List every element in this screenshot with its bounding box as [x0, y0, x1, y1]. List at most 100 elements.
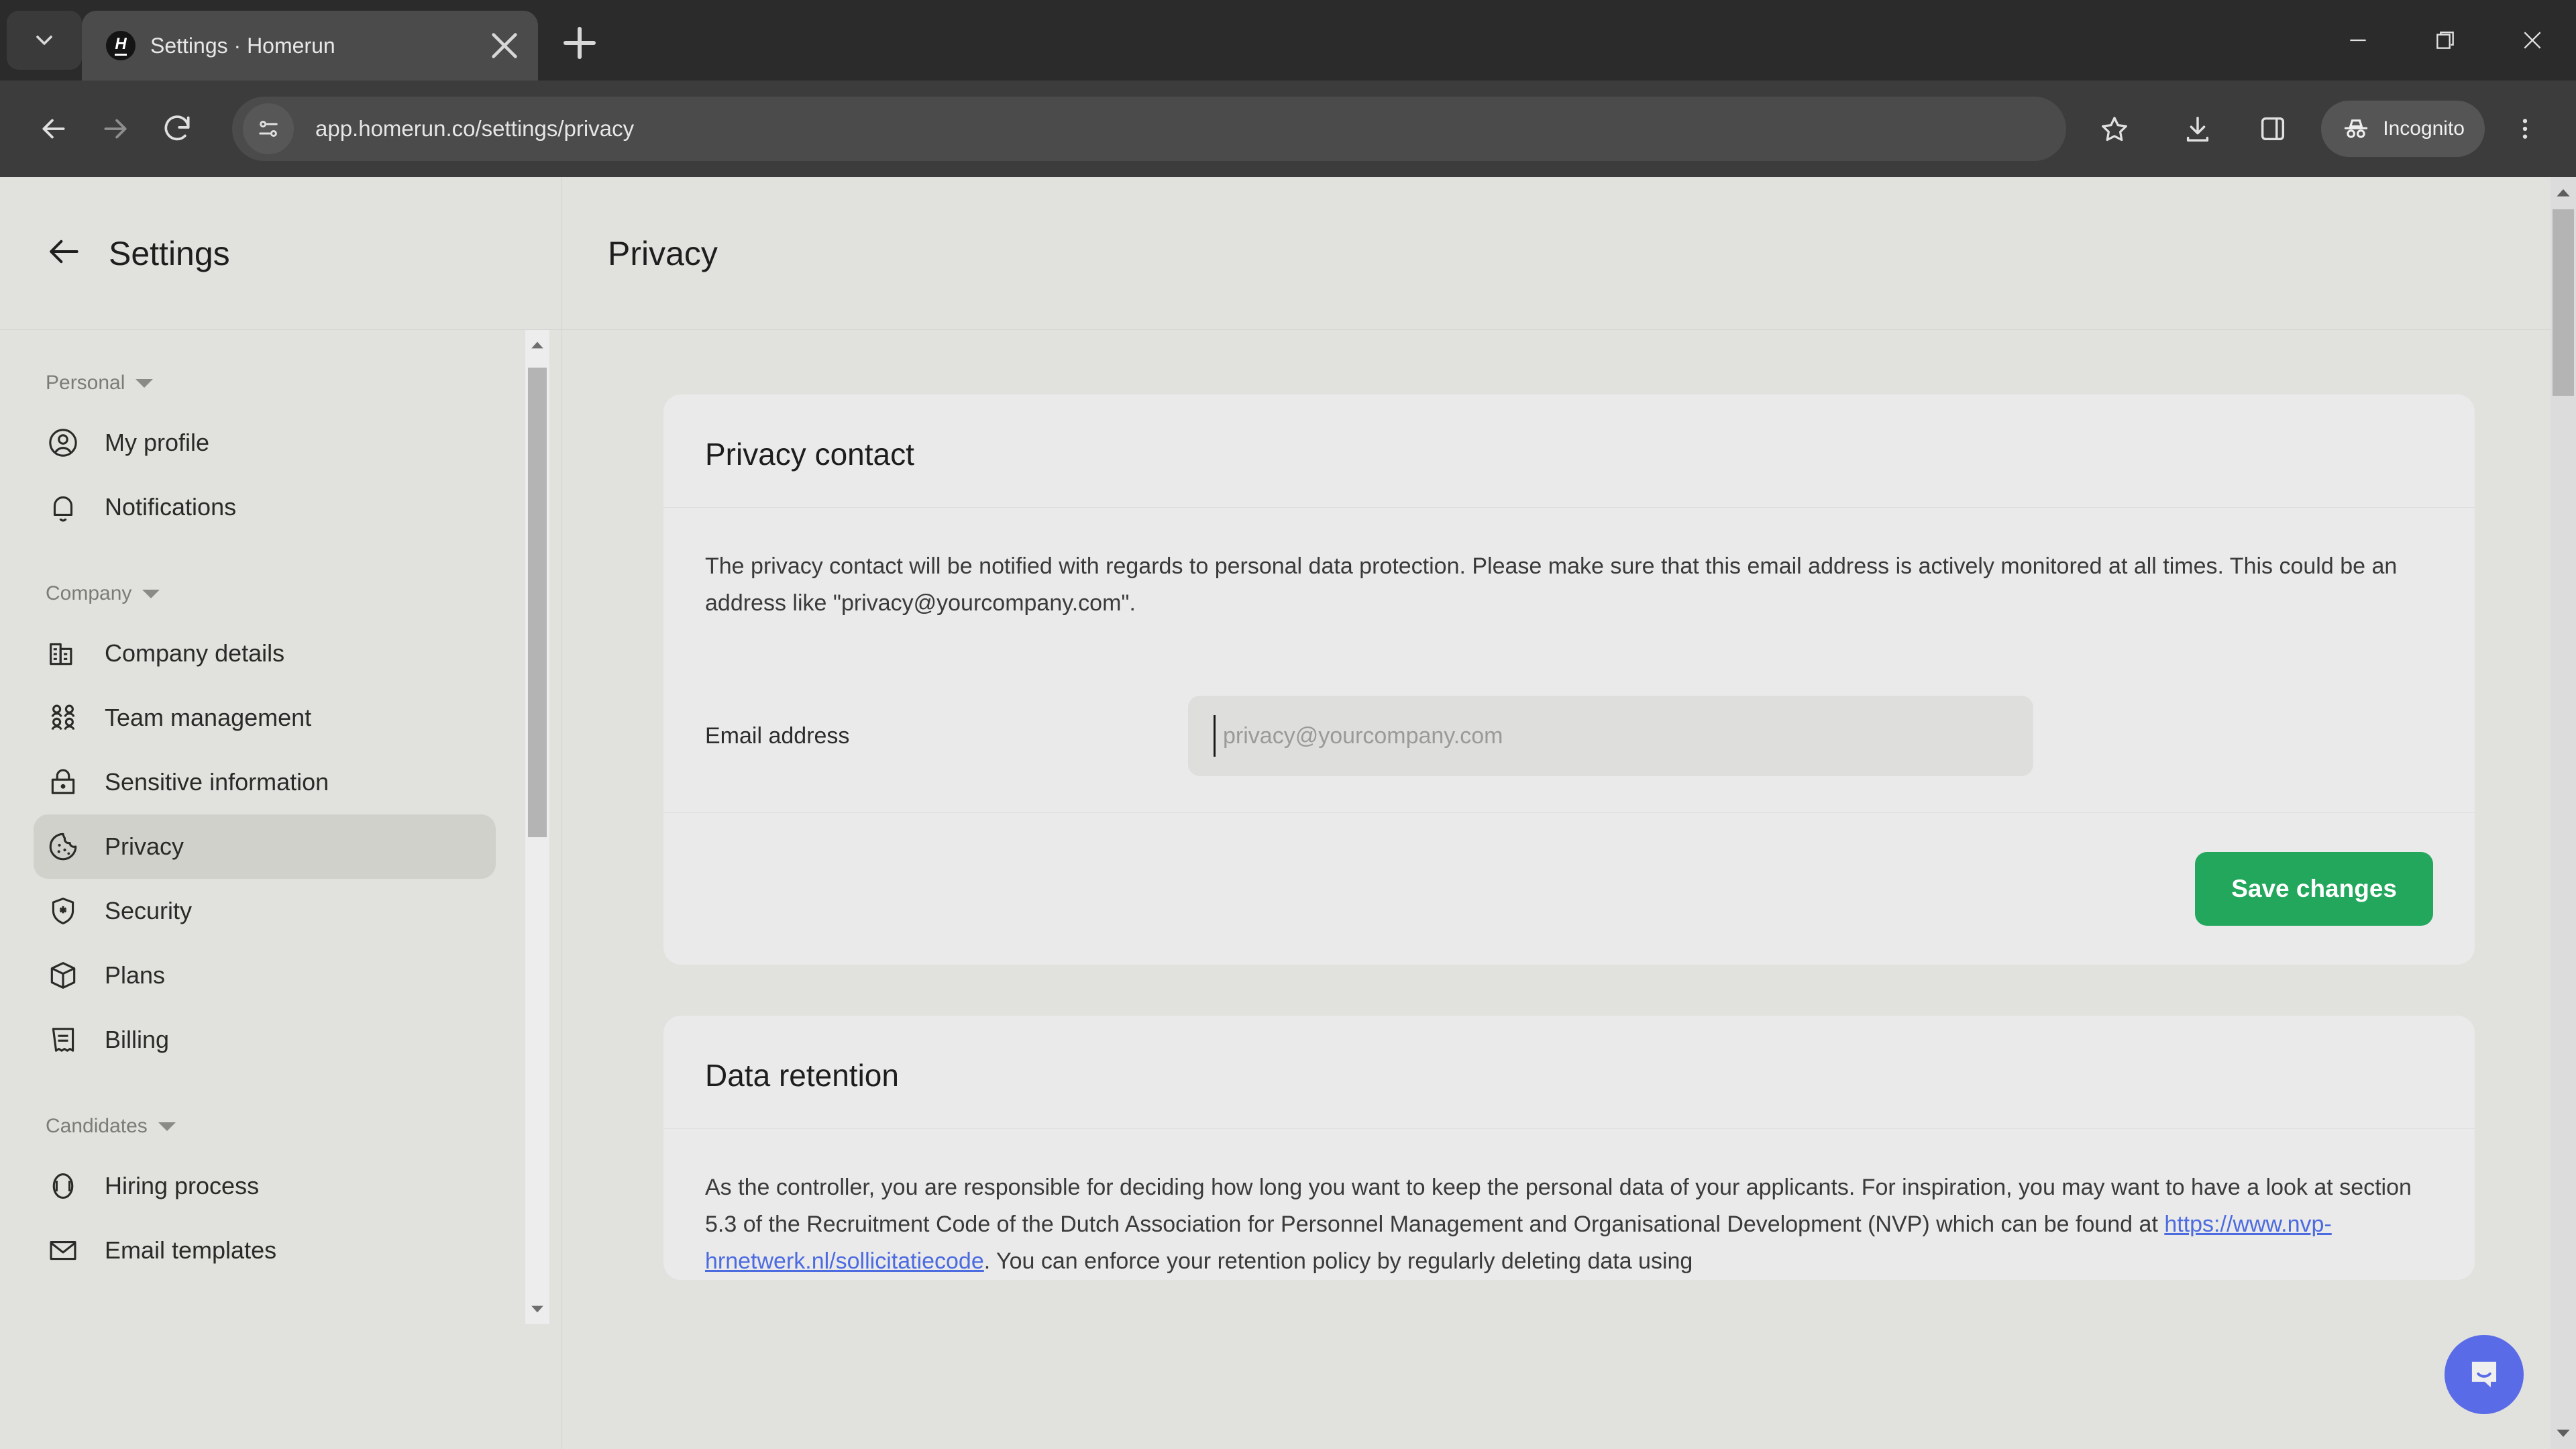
address-bar[interactable]: app.homerun.co/settings/privacy [232, 97, 2067, 161]
maximize-icon[interactable] [2402, 0, 2489, 80]
sidebar-scrollbar-track[interactable] [525, 361, 549, 1293]
main-scrollbar[interactable] [2551, 177, 2576, 1449]
sidebar-group-company[interactable]: Company [0, 582, 561, 605]
save-changes-button[interactable]: Save changes [2195, 852, 2433, 926]
sidebar-item-label: Email templates [105, 1236, 277, 1264]
site-settings-icon[interactable] [243, 103, 294, 154]
sidebar-item-label: Notifications [105, 493, 237, 521]
sidebar-item-company-details[interactable]: Company details [34, 621, 496, 686]
sidebar-item-label: Sensitive information [105, 768, 329, 796]
sidebar-item-security[interactable]: Security [34, 879, 496, 943]
card-title: Data retention [705, 1058, 899, 1093]
shield-icon [46, 894, 80, 928]
chevron-down-icon [136, 378, 154, 388]
scroll-down-arrow-icon[interactable] [530, 1293, 545, 1324]
tab-search-button[interactable] [7, 11, 82, 70]
email-address-input[interactable]: privacy@yourcompany.com [1188, 696, 2033, 777]
favicon-letter: H [115, 36, 127, 56]
sidebar-group-label: Company [46, 582, 132, 604]
back-arrow-icon[interactable] [46, 233, 83, 274]
sidebar-item-my-profile[interactable]: My profile [34, 411, 496, 475]
card-description: The privacy contact will be notified wit… [705, 553, 2398, 616]
sidebar-item-privacy[interactable]: Privacy [34, 814, 496, 879]
scroll-up-arrow-icon[interactable] [530, 330, 545, 361]
incognito-indicator[interactable]: Incognito [2321, 101, 2485, 157]
url-text: app.homerun.co/settings/privacy [315, 116, 635, 141]
minimize-icon[interactable] [2314, 0, 2402, 80]
browser-window: H Settings · Homerun app.homerun.co/sett… [0, 0, 2576, 1449]
lock-icon [46, 765, 80, 800]
downloads-icon[interactable] [2169, 101, 2226, 157]
main-scrollbar-track[interactable] [2551, 209, 2576, 1417]
sidebar-group-label: Personal [46, 372, 125, 394]
sidebar-scrollbar[interactable] [525, 330, 549, 1324]
sidebar-scroll-area: Personal My profile Notifications Compan… [0, 330, 561, 1449]
sidebar-item-plans[interactable]: Plans [34, 943, 496, 1008]
back-button[interactable] [23, 98, 85, 160]
people-icon [46, 700, 80, 735]
settings-sidebar: Settings Personal My profile Notificatio… [0, 177, 562, 1449]
sidebar-item-label: My profile [105, 429, 210, 456]
card-body: As the controller, you are responsible f… [663, 1129, 2475, 1280]
data-retention-card: Data retention As the controller, you ar… [663, 1016, 2475, 1281]
sidebar-item-label: Team management [105, 704, 312, 731]
sidebar-item-notifications[interactable]: Notifications [34, 475, 496, 539]
reload-button[interactable] [146, 98, 208, 160]
browser-menu-icon[interactable] [2497, 101, 2553, 157]
incognito-label: Incognito [2383, 117, 2465, 140]
sidebar-item-hiring-process[interactable]: Hiring process [34, 1154, 496, 1218]
box-icon [46, 958, 80, 993]
sidebar-group-personal[interactable]: Personal [0, 372, 561, 394]
page-viewport: Settings Personal My profile Notificatio… [0, 177, 2576, 1449]
sidebar-item-label: Plans [105, 961, 166, 989]
description-part-1: As the controller, you are responsible f… [705, 1175, 2412, 1238]
sidebar-item-billing[interactable]: Billing [34, 1008, 496, 1072]
close-tab-icon[interactable] [486, 27, 523, 64]
sidebar-item-email-templates[interactable]: Email templates [34, 1218, 496, 1283]
email-address-field-row: Email address privacy@yourcompany.com [705, 696, 2433, 812]
sidebar-item-sensitive-information[interactable]: Sensitive information [34, 750, 496, 814]
card-body: The privacy contact will be notified wit… [663, 508, 2475, 812]
card-footer: Save changes [663, 812, 2475, 965]
email-address-label: Email address [705, 722, 850, 749]
main-scrollbar-thumb[interactable] [2553, 209, 2574, 396]
tab-strip: H Settings · Homerun [0, 0, 2576, 80]
chevron-down-icon [142, 589, 160, 598]
sidebar-group-candidates[interactable]: Candidates [0, 1115, 561, 1138]
building-icon [46, 636, 80, 671]
bell-icon [46, 490, 80, 525]
page-title: Privacy [608, 234, 718, 272]
sidebar-item-label: Security [105, 897, 193, 924]
sidebar-header: Settings [0, 177, 561, 330]
browser-tab[interactable]: H Settings · Homerun [82, 11, 538, 80]
card-header: Data retention [663, 1016, 2475, 1130]
scroll-down-arrow-icon[interactable] [2555, 1417, 2571, 1449]
card-header: Privacy contact [663, 394, 2475, 508]
card-container: Privacy contact The privacy contact will… [663, 394, 2475, 1281]
email-address-placeholder: privacy@yourcompany.com [1223, 722, 1503, 749]
sidebar-scrollbar-thumb[interactable] [528, 368, 547, 837]
user-circle-icon [46, 425, 80, 460]
scroll-up-arrow-icon[interactable] [2555, 177, 2571, 209]
funnel-icon [46, 1169, 80, 1203]
close-window-icon[interactable] [2489, 0, 2576, 80]
sidebar-group-label: Candidates [46, 1115, 148, 1137]
sidebar-item-label: Billing [105, 1026, 170, 1053]
receipt-icon [46, 1022, 80, 1057]
homerun-favicon: H [106, 31, 136, 60]
intercom-messenger-button[interactable] [2445, 1335, 2524, 1414]
description-part-2: . You can enforce your retention policy … [983, 1248, 1693, 1275]
main-header: Privacy [562, 177, 2576, 330]
new-tab-button[interactable] [555, 19, 604, 67]
privacy-contact-card: Privacy contact The privacy contact will… [663, 394, 2475, 965]
bookmark-icon[interactable] [2084, 98, 2145, 160]
side-panel-icon[interactable] [2245, 101, 2301, 157]
sidebar-title: Settings [109, 234, 230, 272]
sidebar-item-team-management[interactable]: Team management [34, 686, 496, 750]
window-controls [2314, 0, 2576, 80]
main-scroll-area: Privacy contact The privacy contact will… [562, 330, 2576, 1449]
sidebar-item-label: Company details [105, 639, 285, 667]
forward-button[interactable] [85, 98, 146, 160]
text-cursor [1214, 715, 1216, 757]
browser-toolbar: app.homerun.co/settings/privacy Incognit… [0, 80, 2576, 177]
